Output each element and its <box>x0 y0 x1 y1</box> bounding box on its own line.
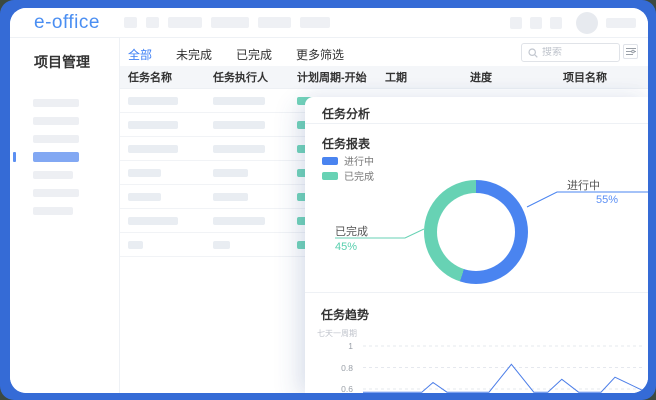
app-header: e-office <box>10 8 648 38</box>
divider <box>305 292 648 293</box>
table-cell <box>213 217 297 225</box>
sidebar-item-3[interactable] <box>10 130 119 148</box>
header-right <box>510 12 636 34</box>
table-cell <box>128 145 213 153</box>
legend-swatch <box>322 157 338 165</box>
column-header: 工期 <box>385 69 470 85</box>
column-header: 计划周期-开始 <box>297 69 385 85</box>
cell-placeholder <box>128 193 161 201</box>
table-cell <box>213 97 297 105</box>
nav-item-placeholder[interactable] <box>211 17 249 28</box>
sidebar-item-placeholder <box>33 135 79 143</box>
table-cell <box>128 169 213 177</box>
cell-placeholder <box>128 217 178 225</box>
cell-placeholder <box>128 169 161 177</box>
sidebar-item-7[interactable] <box>10 202 119 220</box>
donut-chart <box>424 180 528 284</box>
chart-legend: 进行中已完成 <box>322 153 374 183</box>
cell-placeholder <box>128 121 178 129</box>
app-window: e-office 项目管理 全部未完成已完成更多筛选 <box>10 8 648 393</box>
column-header: 任务名称 <box>128 69 213 85</box>
table-cell <box>213 193 297 201</box>
table-cell <box>213 121 297 129</box>
header-icons <box>510 17 562 29</box>
cell-placeholder <box>213 217 265 225</box>
cell-placeholder <box>128 241 143 249</box>
sidebar-title: 项目管理 <box>34 52 119 72</box>
legend-item-1[interactable]: 进行中 <box>322 153 374 168</box>
app-frame: e-office 项目管理 全部未完成已完成更多筛选 <box>0 0 656 400</box>
table-cell <box>128 121 213 129</box>
active-indicator <box>13 152 16 162</box>
sidebar-item-placeholder <box>33 117 79 125</box>
panel-title: 任务分析 <box>322 105 370 122</box>
sidebar-item-placeholder <box>33 207 73 215</box>
table-cell <box>128 97 213 105</box>
trend-y-axis: 1 0.8 0.6 <box>305 337 359 393</box>
sidebar-item-placeholder <box>33 152 79 162</box>
sidebar: 项目管理 <box>10 38 120 393</box>
sidebar-menu <box>10 94 119 220</box>
donut-value-completed: 45% <box>335 241 357 253</box>
table-cell <box>128 241 213 249</box>
nav-item-placeholder[interactable] <box>300 17 330 28</box>
legend-label: 进行中 <box>344 153 374 168</box>
header-icon-placeholder[interactable] <box>550 17 562 29</box>
cell-placeholder <box>128 97 178 105</box>
header-icon-placeholder[interactable] <box>530 17 542 29</box>
cell-placeholder <box>213 169 248 177</box>
sidebar-item-placeholder <box>33 171 73 179</box>
sidebar-item-6[interactable] <box>10 184 119 202</box>
donut-label-inprogress: 进行中 <box>567 177 600 193</box>
cell-placeholder <box>213 145 265 153</box>
search-box[interactable] <box>521 43 620 62</box>
cell-placeholder <box>213 97 265 105</box>
table-cell <box>213 145 297 153</box>
app-logo: e-office <box>34 12 120 34</box>
username-placeholder[interactable] <box>606 18 636 28</box>
donut-label-completed: 已完成 <box>335 223 368 239</box>
sidebar-item-2[interactable] <box>10 112 119 130</box>
table-cell <box>128 217 213 225</box>
sidebar-item-1[interactable] <box>10 94 119 112</box>
sidebar-item-placeholder <box>33 189 79 197</box>
divider <box>305 123 648 124</box>
nav-item-placeholder[interactable] <box>124 17 137 28</box>
column-header: 任务执行人 <box>213 69 297 85</box>
filter-button[interactable] <box>623 44 638 59</box>
table-header: 任务名称任务执行人计划周期-开始工期进度项目名称 <box>120 66 648 89</box>
donut-value-inprogress: 55% <box>596 194 618 206</box>
legend-item-2[interactable]: 已完成 <box>322 168 374 183</box>
top-nav <box>124 17 330 28</box>
trend-line-chart <box>363 337 645 393</box>
y-tick-label: 1 <box>348 341 353 351</box>
y-tick-label: 0.8 <box>341 363 353 373</box>
sidebar-item-5[interactable] <box>10 166 119 184</box>
cell-placeholder <box>128 145 178 153</box>
table-cell <box>128 193 213 201</box>
trend-title: 任务趋势 <box>321 306 369 323</box>
sidebar-item-placeholder <box>33 99 79 107</box>
cell-placeholder <box>213 121 265 129</box>
task-analysis-panel: 任务分析 任务报表 进行中已完成 进行中 55% 已完成 45% 任务趋势 七天… <box>305 97 648 393</box>
nav-item-placeholder[interactable] <box>146 17 159 28</box>
filter-icon <box>626 47 636 56</box>
sidebar-item-4[interactable] <box>10 148 119 166</box>
column-header: 进度 <box>470 69 563 85</box>
search-input[interactable] <box>542 47 613 58</box>
avatar[interactable] <box>576 12 598 34</box>
table-cell <box>213 169 297 177</box>
table-cell <box>213 241 297 249</box>
cell-placeholder <box>213 193 248 201</box>
y-tick-label: 0.6 <box>341 384 353 393</box>
column-header: 项目名称 <box>563 69 640 85</box>
header-icon-placeholder[interactable] <box>510 17 522 29</box>
nav-item-placeholder[interactable] <box>168 17 202 28</box>
report-title: 任务报表 <box>322 135 370 152</box>
legend-label: 已完成 <box>344 168 374 183</box>
cell-placeholder <box>213 241 230 249</box>
search-icon <box>528 48 538 58</box>
legend-swatch <box>322 172 338 180</box>
nav-item-placeholder[interactable] <box>258 17 291 28</box>
